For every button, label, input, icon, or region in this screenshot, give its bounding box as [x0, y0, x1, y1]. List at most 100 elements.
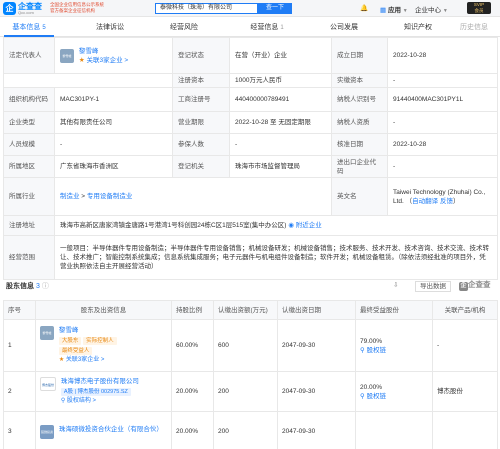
table-row: 3 硕微投资 珠海硕微投资合伙企业（有限合伙） 20.00% 200 2047-… [3, 411, 498, 449]
top-bar: 企 企查查 Qcc.com 全国企业信用信息公示系统 官方备案企业征信机构 泰微… [0, 0, 500, 17]
qcc-watermark: 企企查查 [459, 279, 491, 291]
shareholders-title-text: 股东信息 [6, 283, 34, 290]
shareholder-avatar[interactable]: 黎雪峰 [40, 326, 54, 340]
tab-basic-info[interactable]: 基本信息 5 [4, 18, 54, 37]
scope-value: 一般项目：半导体器件专用设备制造；半导体器件专用设备销售；机械设备研发；机械设备… [54, 235, 498, 280]
industry-link-1[interactable]: 制造业 [60, 193, 80, 200]
authority-label: 登记机关 [172, 155, 230, 178]
watermark-text: 企查查 [468, 280, 491, 289]
table-row: 2 博杰股份 珠海博杰电子股份有限公司 A股 | 博杰股份 002975.SZ … [3, 371, 498, 412]
shareholders-header: 股东信息 3 ⓘ ⇩ 导出数据 企企查查 [3, 277, 497, 295]
shareholder-tags: A股 | 博杰股份 002975.SZ [60, 387, 166, 396]
legal-rep-name[interactable]: 黎雪峰 [79, 47, 128, 56]
term-label: 营业期限 [172, 111, 230, 134]
feedback-link[interactable]: 反馈 [440, 198, 453, 205]
benefit-value: 79.00% [360, 337, 383, 345]
legal-rep-label: 法定代表人 [3, 37, 55, 74]
notification-bell-icon[interactable]: 🔔 [360, 4, 368, 12]
reg-capital-label: 注册资本 [172, 73, 230, 88]
industry-label: 所属行业 [3, 177, 55, 216]
industry-link-2[interactable]: 专用设备制造业 [87, 193, 133, 200]
tab-history[interactable]: 历史信息 [452, 18, 496, 37]
col-header-ratio[interactable]: 持股比例 [171, 300, 214, 320]
qcc-logo-icon[interactable]: 企 [3, 2, 16, 15]
svip-badge[interactable]: SVIP 会员 [467, 2, 491, 14]
tag-stock-listing[interactable]: A股 | 博杰股份 002975.SZ [60, 388, 131, 396]
product-value [432, 411, 498, 449]
enterprise-center-label: 企业中心 [415, 7, 441, 14]
benefit-cell: 79.00% ⚲ 股权链 [355, 319, 433, 372]
date-value: 2047-09-30 [277, 411, 356, 449]
tab-bar: 基本信息 5 法律诉讼 经营风险 经营信息 1 公司发展 知识产权 历史信息 [0, 18, 500, 37]
legal-rep-related-link[interactable]: ★ 关联3家企业 > [79, 56, 128, 65]
shareholder-name[interactable]: 珠海硕微投资合伙企业（有限合伙） [59, 425, 164, 434]
ratio-value: 20.00% [171, 411, 214, 449]
biz-reg-no-value: 440400000789491 [229, 87, 332, 112]
shareholder-related-link[interactable]: ★ 关联3家企业 > [59, 356, 159, 365]
product-link[interactable]: 博杰股份 [432, 371, 498, 412]
col-header-amount[interactable]: 认缴出资额(万元) [213, 300, 278, 320]
tab-business[interactable]: 经营信息 1 [242, 18, 292, 37]
english-name-cell: Taiwei Technology (Zhuhai) Co., Ltd. （自动… [387, 177, 498, 216]
nearby-companies-link[interactable]: ◉ 附近企业 [288, 222, 321, 229]
taxpayer-id-value: 91440400MAC301PY1L [387, 87, 498, 112]
staff-label: 人员规模 [3, 133, 55, 156]
legal-rep-avatar[interactable]: 黎雪峰 [60, 48, 74, 63]
search-input[interactable]: 泰微科技（珠海）有限公司 [155, 3, 258, 14]
location-icon: ◉ [288, 222, 294, 229]
chain-icon: ⚲ [360, 346, 365, 354]
tab-count: 1 [280, 25, 284, 31]
shareholder-related-text: 关联3家企业 > [65, 357, 105, 363]
col-header-benefit: 最终受益股份 [355, 300, 433, 320]
related-icon: ★ [58, 357, 65, 363]
tab-risk[interactable]: 经营风险 [162, 18, 206, 37]
tag-ultimate-beneficiary[interactable]: 最终受益人 [58, 347, 93, 355]
date-value: 2047-09-30 [277, 371, 356, 412]
tab-development[interactable]: 公司发展 [322, 18, 366, 37]
tag-actual-controller[interactable]: 实际控制人 [83, 337, 117, 345]
slogan: 全国企业信用信息公示系统 官方备案企业征信机构 [50, 2, 104, 14]
equity-chain-link[interactable]: ⚲ 股权链 [360, 392, 428, 401]
shareholder-avatar-text: 黎雪峰 [42, 331, 52, 335]
equity-structure-link[interactable]: ⚲ 股权结构 > [61, 397, 166, 406]
auto-translate-link[interactable]: 自动翻译 [412, 198, 438, 205]
approval-label: 核准日期 [331, 133, 388, 156]
benefit-value [355, 411, 433, 449]
scope-label: 经营范围 [3, 235, 55, 280]
status-value: 在营（开业）企业 [229, 37, 332, 74]
amount-value: 600 [213, 319, 278, 372]
enterprise-center-menu[interactable]: 企业中心 ▼ [415, 4, 448, 14]
shareholder-cell: 博杰股份 珠海博杰电子股份有限公司 A股 | 博杰股份 002975.SZ ⚲ … [35, 371, 172, 412]
status-label: 登记状态 [172, 37, 230, 74]
chevron-down-icon: ▼ [402, 8, 408, 14]
ratio-value: 20.00% [171, 371, 214, 412]
apps-menu[interactable]: ▦ 应用 ▼ [380, 4, 408, 14]
amount-value: 200 [213, 371, 278, 412]
established-label: 成立日期 [331, 37, 388, 74]
nearby-companies-text: 附近企业 [295, 222, 322, 229]
benefit-cell: 20.00% ⚲ 股权链 [355, 371, 433, 412]
english-name-actions: （自动翻译 反馈） [405, 197, 460, 205]
col-header-product: 关联产品/机构 [432, 300, 498, 320]
shareholder-name[interactable]: 黎雪峰 [59, 326, 159, 335]
chain-icon: ⚲ [360, 392, 365, 400]
export-data-button[interactable]: 导出数据 [415, 281, 451, 292]
export-icon[interactable]: ⇩ [393, 281, 398, 289]
info-icon[interactable]: ⓘ [42, 283, 49, 290]
search-button[interactable]: 查一下 [258, 3, 292, 14]
import-export-value: - [387, 155, 498, 178]
watermark-logo-icon: 企 [459, 282, 468, 291]
ratio-value: 60.00% [171, 319, 214, 372]
english-name-label: 英文名 [331, 177, 388, 216]
shareholder-tags: 大股东 实际控制人 [58, 336, 159, 345]
shareholder-name[interactable]: 珠海博杰电子股份有限公司 [61, 377, 166, 386]
shareholder-avatar[interactable]: 硕微投资 [40, 424, 54, 439]
tab-legal[interactable]: 法律诉讼 [88, 18, 132, 37]
col-header-date[interactable]: 认缴出资日期 [277, 300, 356, 320]
equity-chain-link[interactable]: ⚲ 股权链 [360, 346, 428, 355]
tab-ip[interactable]: 知识产权 [396, 18, 440, 37]
region-label: 所属地区 [3, 155, 55, 178]
legal-rep-spacer [3, 73, 173, 88]
product-value: - [432, 319, 498, 372]
shareholder-logo[interactable]: 博杰股份 [40, 377, 56, 391]
